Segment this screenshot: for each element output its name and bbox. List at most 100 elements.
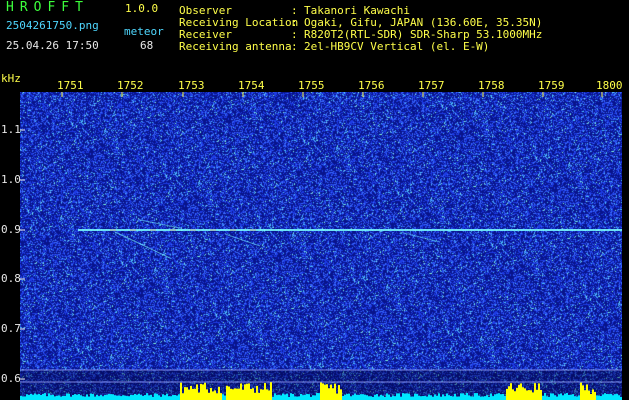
meter-bar — [478, 395, 480, 400]
meter-bar — [210, 388, 212, 400]
meter-bar — [550, 393, 552, 400]
meter-bar — [218, 386, 220, 400]
meter-bar — [134, 393, 136, 400]
meter-bar — [122, 395, 124, 400]
file-name: 2504261750.png — [6, 19, 99, 32]
meter-bar — [494, 394, 496, 400]
meter-bar — [592, 389, 594, 400]
signal-level-meter — [20, 382, 622, 400]
meter-bar — [498, 393, 500, 400]
meter-bar — [396, 393, 398, 400]
meter-bar — [50, 395, 52, 400]
meter-bar — [330, 384, 332, 400]
meter-bar — [186, 387, 188, 400]
meter-bar — [442, 394, 444, 400]
meter-bar — [300, 393, 302, 400]
meter-bar — [170, 396, 172, 400]
meter-bar — [28, 394, 30, 400]
meter-bar — [612, 395, 614, 400]
meter-bar — [212, 391, 214, 400]
meter-bar — [466, 393, 468, 400]
time-tick-label: 1800 — [596, 79, 623, 92]
meter-bar — [68, 393, 70, 400]
meter-bar — [94, 396, 96, 400]
meter-bar — [468, 395, 470, 400]
meter-bar — [142, 395, 144, 400]
meter-bar — [518, 384, 520, 400]
freq-tick-label: 0.7 — [1, 322, 21, 335]
meter-bar — [262, 389, 264, 400]
meter-bar — [476, 393, 478, 400]
meter-bar — [214, 390, 216, 400]
meter-bar — [178, 394, 180, 400]
meter-bar — [286, 393, 288, 400]
meter-bar — [30, 393, 32, 400]
meter-bar — [228, 386, 230, 400]
meter-bar — [370, 396, 372, 400]
meter-bar — [484, 396, 486, 400]
meter-bar — [136, 394, 138, 400]
meter-bar — [606, 393, 608, 400]
spectrogram-overlay — [20, 92, 622, 400]
meter-bar — [324, 384, 326, 400]
meter-bar — [552, 393, 554, 400]
meter-bar — [240, 383, 242, 400]
meter-bar — [182, 393, 184, 400]
meter-bar — [354, 393, 356, 400]
meter-bar — [586, 384, 588, 400]
meter-bar — [120, 396, 122, 400]
meter-bar — [252, 388, 254, 400]
meter-bar — [512, 389, 514, 400]
meter-bar — [276, 395, 278, 400]
app-title: HROFFT — [6, 0, 89, 15]
meter-bar — [602, 394, 604, 400]
meter-bar — [302, 395, 304, 400]
meteor-streak — [399, 231, 441, 243]
meter-bar — [254, 392, 256, 400]
meter-bar — [496, 393, 498, 400]
meter-bar — [386, 393, 388, 400]
meteor-count: 68 — [140, 39, 154, 52]
meter-bar — [482, 396, 484, 400]
meter-bar — [562, 395, 564, 400]
meter-bar — [244, 384, 246, 400]
meter-bar — [180, 382, 182, 400]
meter-bar — [196, 384, 198, 400]
meter-bar — [108, 393, 110, 400]
meter-bar — [394, 396, 396, 400]
meter-bar — [132, 395, 134, 400]
meter-bar — [544, 393, 546, 400]
meter-bar — [34, 393, 36, 400]
meter-bar — [168, 396, 170, 400]
meter-bar — [292, 393, 294, 400]
meter-bar — [610, 393, 612, 400]
meter-bar — [416, 393, 418, 400]
meter-bar — [174, 395, 176, 400]
meter-bar — [340, 389, 342, 400]
meter-bar — [618, 395, 620, 400]
meter-bar — [464, 394, 466, 400]
meter-bar — [54, 396, 56, 400]
meter-bar — [520, 383, 522, 400]
meteor-streak — [139, 219, 181, 229]
meter-bar — [222, 394, 224, 400]
meter-bar — [444, 396, 446, 400]
meter-bar — [436, 395, 438, 400]
time-tick-label: 1753 — [178, 79, 205, 92]
meter-bar — [26, 394, 28, 400]
meter-bar — [232, 389, 234, 400]
meter-bar — [596, 395, 598, 400]
meter-bar — [538, 383, 540, 400]
meter-bar — [576, 396, 578, 400]
meter-bar — [270, 382, 272, 400]
meter-bar — [166, 393, 168, 400]
meter-bar — [594, 391, 596, 400]
meteor-streak — [224, 233, 261, 247]
meter-bar — [60, 396, 62, 400]
meter-bar — [560, 393, 562, 400]
meter-bar — [604, 393, 606, 400]
meter-bar — [62, 395, 64, 400]
meter-bar — [294, 396, 296, 400]
meter-bar — [412, 396, 414, 400]
meter-bar — [148, 395, 150, 400]
